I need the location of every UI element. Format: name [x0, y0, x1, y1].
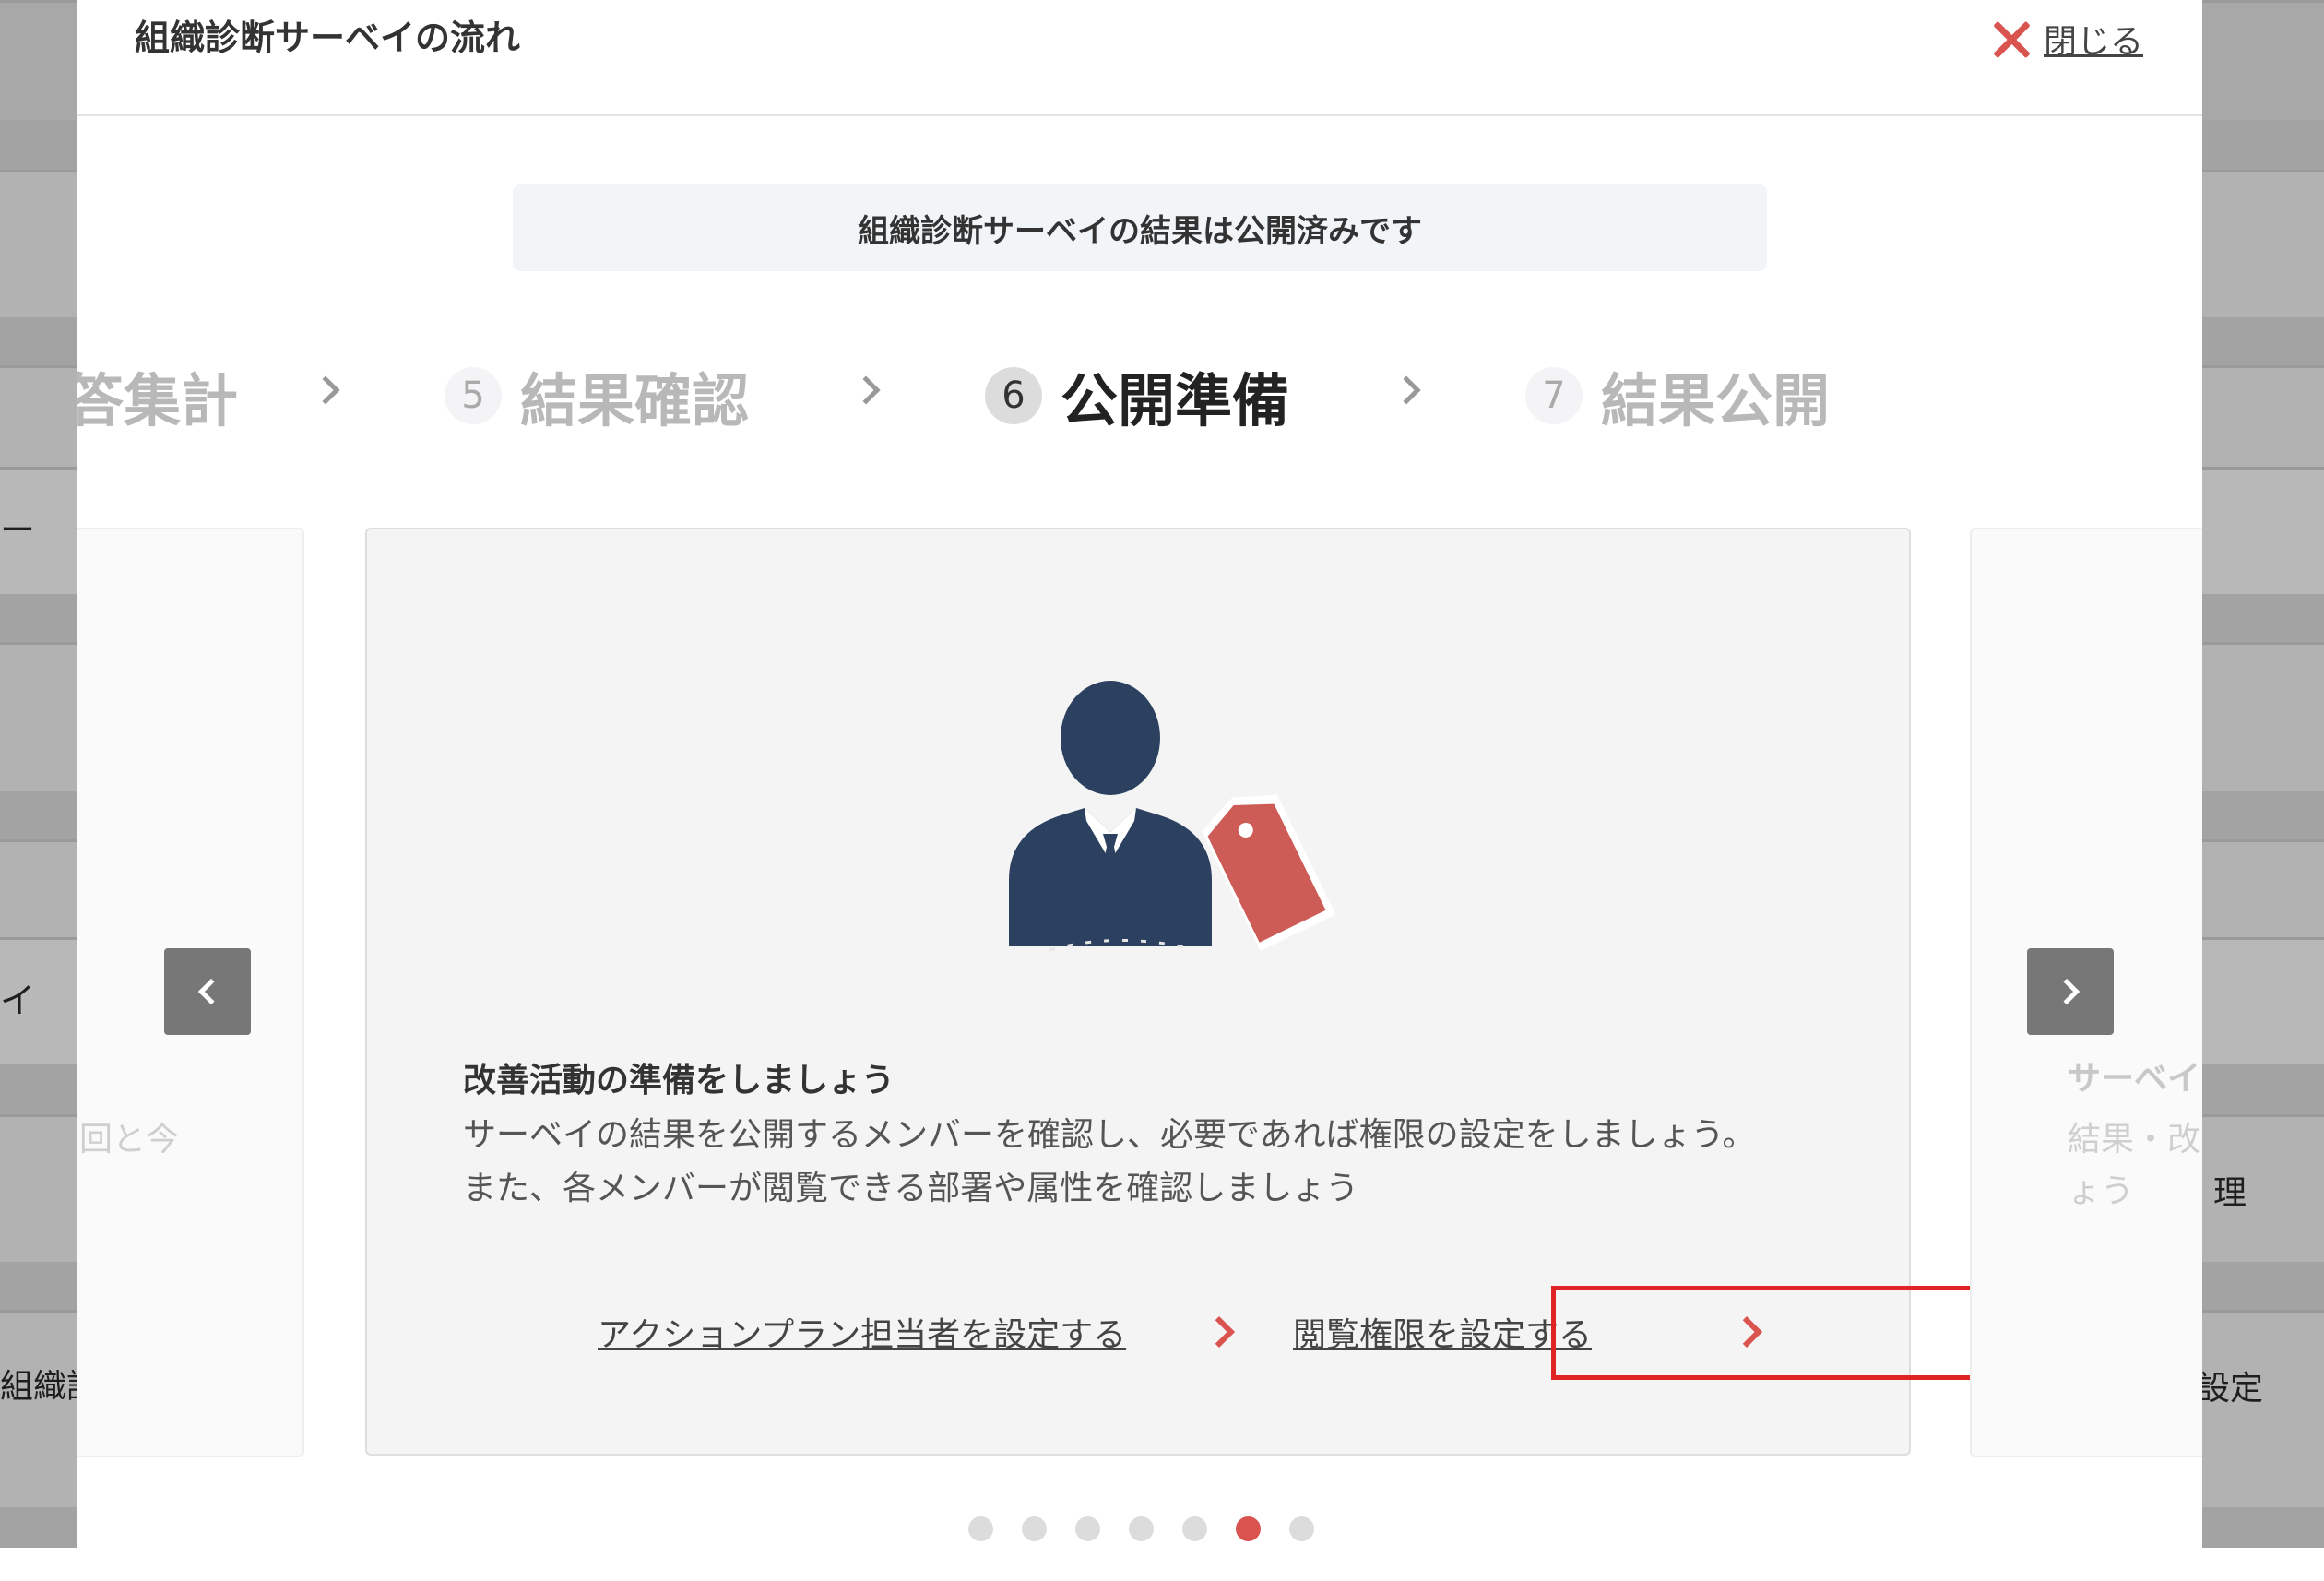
next-slide-button[interactable]	[2027, 948, 2114, 1035]
next-card-desc: 結果・改	[2068, 1121, 2201, 1159]
person-tag-icon	[1009, 681, 1336, 952]
card-desc-line: サーベイの結果を公開するメンバーを確認し、必要であれば権限の設定をしましょう。	[463, 1116, 1756, 1154]
modal-title: 組織診断サーベイの流れ	[135, 18, 521, 58]
bg-text: イ	[0, 981, 36, 1021]
chevron-right-icon	[2053, 978, 2081, 1005]
set-view-permission-link[interactable]: 閲覧権限を設定する	[1293, 1308, 1592, 1356]
card-heading: 改善活動の準備をしましょう	[463, 1062, 895, 1100]
card-desc-line: また、各メンバーが閲覧できる部署や属性を確認しましょう	[463, 1170, 1359, 1207]
chevron-right-icon	[851, 375, 881, 405]
current-card: 改善活動の準備をしましょう サーベイの結果を公開するメンバーを確認し、必要であれ…	[365, 528, 1992, 1456]
step-label: 結果確認	[520, 367, 750, 434]
bg-text: 設定	[2197, 1370, 2264, 1408]
step-4[interactable]: 答集計	[77, 354, 238, 437]
bg-text: 理	[2213, 1174, 2247, 1212]
close-label[interactable]: 閉じる	[2044, 15, 2143, 63]
pagination-dot[interactable]	[1129, 1516, 1154, 1541]
step-number: 6	[985, 367, 1042, 424]
pagination-dot[interactable]	[968, 1516, 993, 1541]
chevron-left-icon	[197, 978, 225, 1005]
chevron-right-icon[interactable]	[1204, 1316, 1235, 1348]
step-label: 結果公開	[1601, 367, 1831, 434]
prev-slide-button[interactable]	[164, 948, 251, 1035]
bg-text: ー	[0, 510, 36, 551]
step-5[interactable]: 5 結果確認	[445, 354, 749, 437]
step-7[interactable]: 7 結果公開	[1525, 354, 1830, 437]
flow-modal: 組織診断サーベイの流れ 閉じる 組織診断サーベイの結果は公開済みです 答集計 5…	[77, 0, 2202, 1548]
prev-card-desc: 回と今	[79, 1121, 180, 1159]
step-label: 答集計	[77, 367, 239, 434]
set-action-plan-owner-link[interactable]: アクションプラン担当者を設定する	[598, 1308, 1126, 1356]
pagination-dot[interactable]	[1182, 1516, 1207, 1541]
chevron-right-icon	[1392, 375, 1421, 405]
next-card-heading: サーベイ	[2068, 1060, 2201, 1098]
pagination-dot[interactable]	[1075, 1516, 1100, 1541]
step-number: 7	[1525, 367, 1583, 424]
next-card-desc: ょう	[2068, 1172, 2135, 1210]
step-6[interactable]: 6 公開準備	[985, 354, 1289, 437]
close-button[interactable]: 閉じる	[1990, 15, 2143, 63]
pagination-dots	[968, 1516, 1314, 1541]
pagination-dot[interactable]	[1289, 1516, 1314, 1541]
close-icon[interactable]	[1990, 18, 2031, 59]
step-label: 公開準備	[1061, 367, 1290, 434]
step-number: 5	[445, 367, 502, 424]
status-banner: 組織診断サーベイの結果は公開済みです	[513, 184, 1767, 271]
highlight-box	[1551, 1286, 1992, 1380]
modal-header: 組織診断サーベイの流れ 閉じる	[77, 0, 2202, 116]
card-description: サーベイの結果を公開するメンバーを確認し、必要であれば権限の設定をしましょう。 …	[463, 1109, 1755, 1216]
pagination-dot[interactable]	[1236, 1516, 1261, 1541]
bottom-strip	[0, 1548, 2324, 1581]
pagination-dot[interactable]	[1022, 1516, 1047, 1541]
chevron-right-icon	[311, 375, 340, 405]
